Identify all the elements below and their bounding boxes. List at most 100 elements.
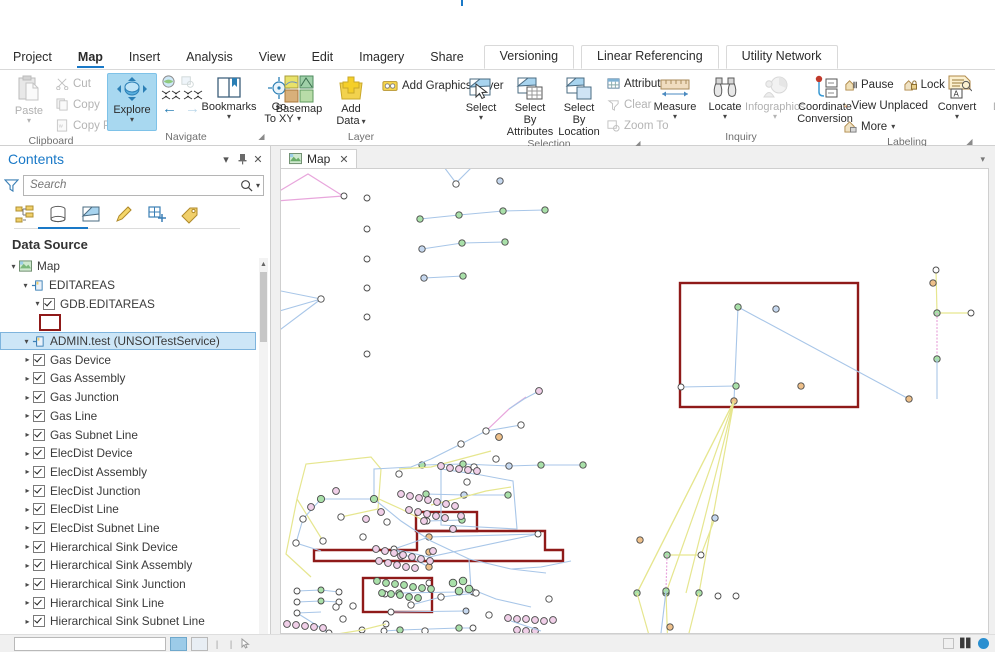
ribbon-tab-insert[interactable]: Insert [116,47,173,69]
search-input[interactable] [30,179,240,191]
tree-item-elecdist-subnet-line[interactable]: ▸ ElecDist Subnet Line [0,519,270,538]
contents-pin-icon[interactable] [234,151,250,167]
scrollbar-thumb[interactable] [260,272,267,342]
search-chevron-down-icon[interactable]: ▾ [256,181,260,190]
layer-visibility-checkbox[interactable] [33,429,45,441]
infographics-chevron-down-icon[interactable]: ▾ [773,113,777,120]
layer-visibility-checkbox[interactable] [33,485,45,497]
tree-item-gas-junction[interactable]: ▸ Gas Junction [0,388,270,407]
contents-search-box[interactable]: ▾ [23,175,264,196]
contents-tree-scrollbar[interactable]: ▲ [259,258,268,634]
selection-tool-status-icon[interactable] [240,638,255,650]
scale-input[interactable] [14,637,166,651]
expander-right-icon[interactable]: ▸ [22,523,33,532]
tab-close-icon[interactable]: ✕ [339,153,348,166]
convert-chevron-down-icon[interactable]: ▾ [955,113,959,120]
bookmarks-chevron-down-icon[interactable]: ▾ [227,113,231,120]
ribbon-tab-imagery[interactable]: Imagery [346,47,417,69]
select-by-location-button[interactable]: Select By Location [555,73,603,138]
layer-visibility-checkbox[interactable] [33,597,45,609]
locate-button[interactable]: Locate ▾ [701,73,749,120]
layer-visibility-checkbox[interactable] [33,503,45,515]
tree-item-admin-test-service[interactable]: ▾ ADMIN.test (UNSOITestService) [0,332,256,351]
expander-right-icon[interactable]: ▸ [22,449,33,458]
paste-chevron-down-icon[interactable]: ▾ [27,117,31,124]
locate-chevron-down-icon[interactable]: ▾ [723,113,727,120]
basemap-button[interactable]: Basemap ▾ [275,73,323,122]
layer-visibility-checkbox[interactable] [33,559,45,571]
expander-down-icon[interactable]: ▾ [20,281,31,290]
expander-right-icon[interactable]: ▸ [22,580,33,589]
expander-down-icon[interactable]: ▾ [32,299,43,308]
layer-visibility-checkbox[interactable] [33,391,45,403]
list-by-data-source-icon[interactable] [47,203,69,225]
measure-button[interactable]: Measure ▾ [651,73,699,120]
navigate-dialog-launcher-icon[interactable]: ◢ [257,132,266,141]
layer-visibility-checkbox[interactable] [33,410,45,422]
add-data-chevron-down-icon[interactable]: ▾ [362,118,366,125]
scroll-up-arrow-icon[interactable]: ▲ [260,259,267,270]
map-scale-selector-icon[interactable] [170,637,187,651]
layer-visibility-checkbox[interactable] [33,372,45,384]
previous-extent-button[interactable]: ← [162,103,177,115]
tree-item-elecdist-line[interactable]: ▸ ElecDist Line [0,500,270,519]
tree-item-gas-subnet-line[interactable]: ▸ Gas Subnet Line [0,425,270,444]
paste-button[interactable]: Paste ▾ [5,73,53,124]
explore-chevron-down-icon[interactable]: ▾ [130,116,134,123]
zoom-out-arrows-icon[interactable] [183,90,203,100]
list-by-selection-icon[interactable] [80,203,102,225]
more-labeling-button[interactable]: More ▾ [841,117,931,136]
tree-item-hierarchical-sink-assembly[interactable]: ▸ Hierarchical Sink Assembly [0,556,270,575]
basemap-chevron-down-icon[interactable]: ▾ [297,115,301,122]
search-icon[interactable] [240,179,253,192]
grid-toggle-icon[interactable] [191,637,208,651]
more-chevron-down-icon[interactable]: ▾ [891,123,895,130]
tree-item-hierarchical-sink-device[interactable]: ▸ Hierarchical Sink Device [0,537,270,556]
tree-item-hierarchical-sink-line[interactable]: ▸ Hierarchical Sink Line [0,593,270,612]
status-pause-icon[interactable]: ▋▋ [960,638,972,649]
expander-right-icon[interactable]: ▸ [22,598,33,607]
ribbon-tab-view[interactable]: View [246,47,299,69]
list-by-editing-icon[interactable] [113,203,135,225]
expander-right-icon[interactable]: ▸ [22,374,33,383]
layer-visibility-checkbox[interactable] [33,578,45,590]
contents-menu-chevron-down-icon[interactable]: ▾ [218,151,234,167]
expander-right-icon[interactable]: ▸ [22,393,33,402]
layer-visibility-checkbox[interactable] [43,298,55,310]
layer-visibility-checkbox[interactable] [33,541,45,553]
tree-item-gas-line[interactable]: ▸ Gas Line [0,407,270,426]
layer-visibility-checkbox[interactable] [33,615,45,627]
list-by-labeling-icon[interactable] [179,203,201,225]
view-unplaced-button[interactable]: View Unplaced [841,96,931,115]
layer-visibility-checkbox[interactable] [33,354,45,366]
select-by-attributes-button[interactable]: Select By Attributes [506,73,554,138]
expander-right-icon[interactable]: ▸ [22,617,33,626]
explore-button[interactable]: Explore ▾ [107,73,157,131]
expander-right-icon[interactable]: ▸ [22,430,33,439]
status-square-icon[interactable] [943,638,954,649]
ribbon-tab-utility-network[interactable]: Utility Network [726,45,838,69]
status-globe-icon[interactable] [978,638,989,649]
tab-map[interactable]: Map ✕ [280,149,357,168]
download-map-button[interactable]: Dow M [980,73,995,125]
expander-down-icon[interactable]: ▾ [8,262,19,271]
filter-icon[interactable] [4,178,19,193]
bookmarks-button[interactable]: Bookmarks ▾ [205,73,253,120]
polygon-symbol-swatch[interactable] [39,314,61,331]
tree-item-hierarchical-sink-subnet-line[interactable]: ▸ Hierarchical Sink Subnet Line [0,612,270,631]
expander-down-icon[interactable]: ▾ [21,337,32,346]
tree-item-editareas[interactable]: ▾ EDITAREAS [0,276,270,295]
layer-visibility-checkbox[interactable] [33,522,45,534]
expander-right-icon[interactable]: ▸ [22,411,33,420]
map-tabbar-chevron-down-icon[interactable]: ▾ [980,154,985,165]
list-by-snapping-icon[interactable] [146,203,168,225]
tree-item-gas-assembly[interactable]: ▸ Gas Assembly [0,369,270,388]
ribbon-tab-versioning[interactable]: Versioning [484,45,574,69]
tree-item-gas-device[interactable]: ▸ Gas Device [0,350,270,369]
select-chevron-down-icon[interactable]: ▾ [479,114,483,121]
map-canvas[interactable]: .bl{stroke:#a8c6e8;stroke-width:1.1;fill… [280,168,989,634]
zoom-in-arrows-icon[interactable] [161,90,181,100]
ribbon-tab-edit[interactable]: Edit [299,47,347,69]
add-data-button[interactable]: Add Data ▾ [327,73,375,127]
convert-labels-button[interactable]: A Convert ▾ [933,73,981,120]
